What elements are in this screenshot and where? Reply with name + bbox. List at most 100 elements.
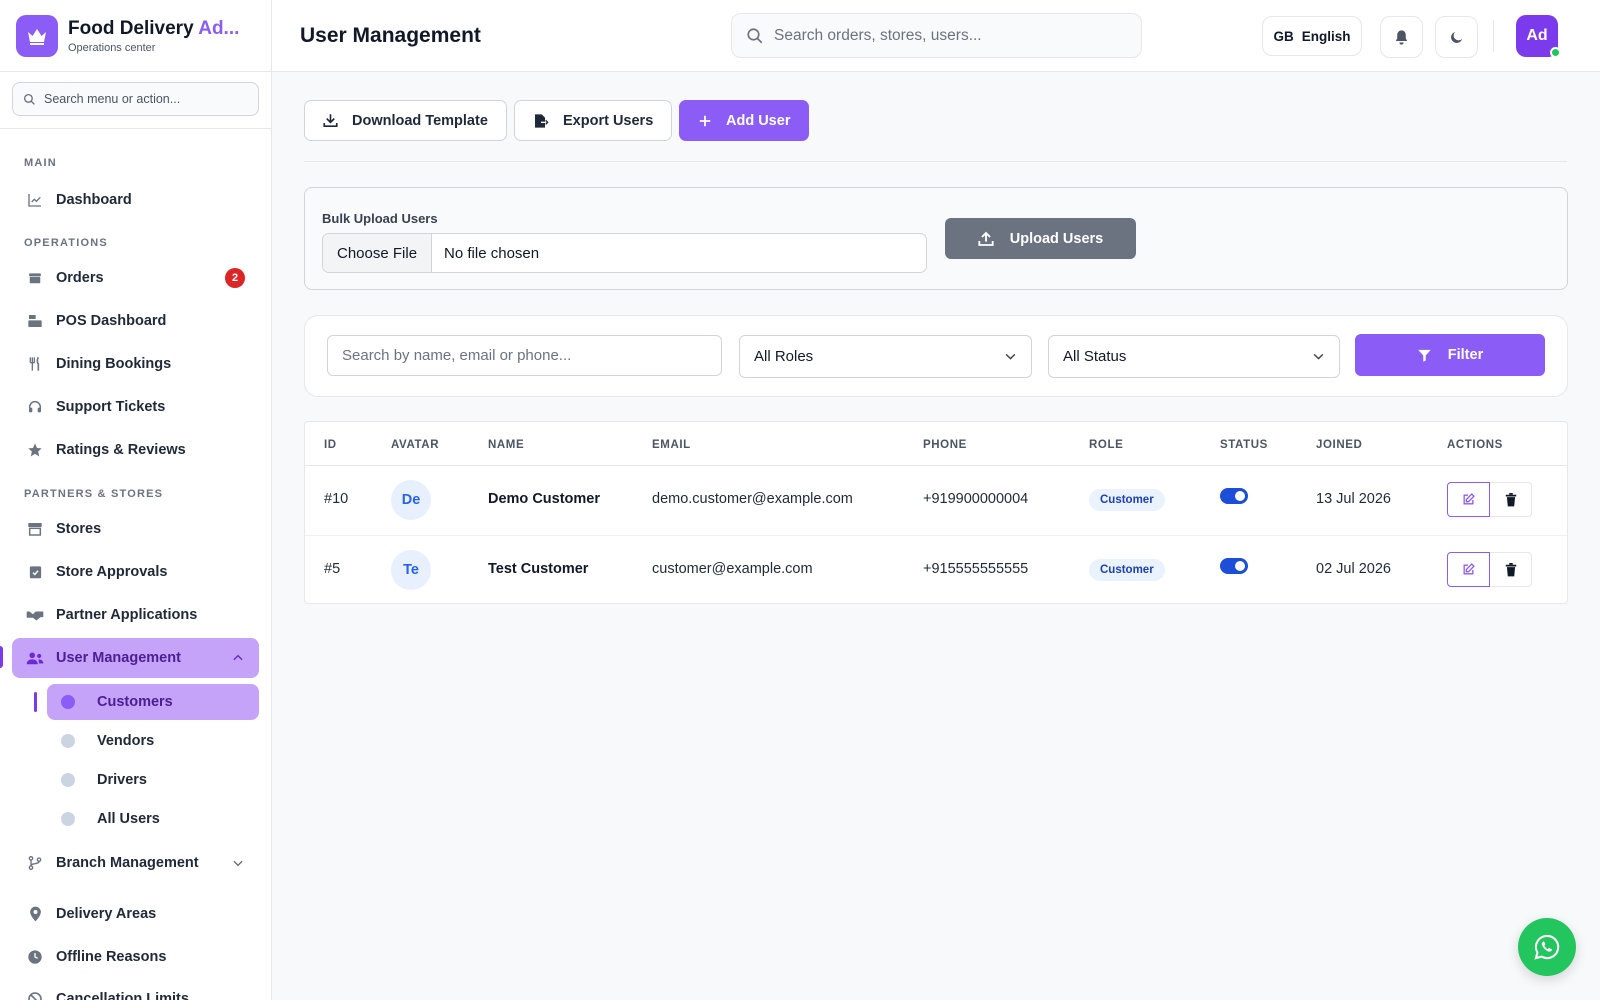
funnel-icon (1417, 348, 1432, 363)
user-search[interactable] (327, 335, 722, 376)
user-name: Test Customer (488, 561, 589, 577)
user-id: #10 (324, 491, 349, 507)
theme-toggle-button[interactable] (1435, 16, 1478, 58)
sidebar-item-offline-reasons[interactable]: Offline Reasons (12, 937, 259, 977)
table-row[interactable]: #10 De Demo Customer demo.customer@examp… (305, 466, 1567, 535)
language-code: GB (1273, 28, 1294, 44)
brand[interactable]: Food Delivery Ad... Operations center (0, 0, 271, 72)
download-icon (323, 113, 338, 128)
col-role: ROLE (1089, 439, 1124, 451)
sidebar-item-ratings[interactable]: Ratings & Reviews (12, 430, 259, 470)
sidebar-item-branch-management[interactable]: Branch Management (12, 843, 259, 883)
delete-button[interactable] (1490, 482, 1532, 517)
user-email: demo.customer@example.com (652, 491, 853, 507)
sidebar-item-delivery-areas[interactable]: Delivery Areas (12, 894, 259, 934)
orders-count-badge: 2 (225, 268, 245, 288)
language-selector[interactable]: GB English (1262, 16, 1362, 56)
download-template-button[interactable]: Download Template (304, 100, 507, 141)
brand-title: Food Delivery Ad... (68, 17, 240, 39)
whatsapp-chat-button[interactable] (1518, 918, 1576, 976)
global-search[interactable] (731, 13, 1142, 58)
upload-icon (978, 231, 994, 247)
sidebar: Food Delivery Ad... Operations center MA… (0, 0, 272, 1000)
search-icon (23, 93, 36, 106)
col-actions: ACTIONS (1447, 439, 1503, 451)
sidebar-item-support[interactable]: Support Tickets (12, 387, 259, 427)
role-badge: Customer (1089, 489, 1165, 511)
section-operations: OPERATIONS (24, 237, 108, 249)
sidebar-subitem-vendors[interactable]: Vendors (47, 723, 259, 759)
col-phone: PHONE (923, 439, 967, 451)
online-status-dot (1550, 47, 1561, 58)
file-input[interactable]: Choose File No file chosen (322, 233, 927, 273)
moon-icon (1448, 29, 1465, 46)
edit-icon (1462, 563, 1475, 576)
col-joined: JOINED (1316, 439, 1363, 451)
sidebar-item-dining[interactable]: Dining Bookings (12, 344, 259, 384)
page-title: User Management (300, 24, 481, 47)
section-partners: PARTNERS & STORES (24, 488, 164, 500)
sidebar-subitem-drivers[interactable]: Drivers (47, 762, 259, 798)
role-select[interactable]: All Roles (739, 335, 1032, 378)
choose-file-button[interactable]: Choose File (323, 234, 433, 272)
delete-button[interactable] (1490, 552, 1532, 587)
sidebar-search[interactable] (12, 82, 259, 116)
edit-button[interactable] (1447, 552, 1490, 587)
sidebar-item-partner-applications[interactable]: Partner Applications (12, 595, 259, 635)
user-id: #5 (324, 561, 341, 577)
handshake-icon (26, 608, 44, 622)
sidebar-item-orders[interactable]: Orders 2 (12, 258, 259, 298)
table-row[interactable]: #5 Te Test Customer customer@example.com… (305, 535, 1567, 604)
plus-icon (698, 114, 712, 128)
status-toggle[interactable] (1220, 488, 1248, 504)
bulk-upload-label: Bulk Upload Users (322, 211, 438, 226)
add-user-button[interactable]: Add User (679, 100, 810, 141)
user-avatar-initials: Te (391, 550, 431, 590)
chevron-down-icon (231, 856, 245, 870)
map-pin-icon (26, 906, 44, 922)
sidebar-item-dashboard[interactable]: Dashboard (12, 180, 259, 220)
code-branch-icon (26, 855, 44, 871)
sidebar-item-pos[interactable]: POS Dashboard (12, 301, 259, 341)
col-name: NAME (488, 439, 525, 451)
col-email: EMAIL (652, 439, 691, 451)
bulk-upload-card: Bulk Upload Users Choose File No file ch… (304, 187, 1568, 290)
whatsapp-icon (1533, 933, 1561, 961)
users-table: ID AVATAR NAME EMAIL PHONE ROLE STATUS J… (304, 421, 1568, 604)
cash-register-icon (26, 313, 44, 329)
sidebar-item-stores[interactable]: Stores (12, 509, 259, 549)
user-email: customer@example.com (652, 561, 813, 577)
language-label: English (1301, 28, 1351, 44)
top-header: User Management GB English Ad (272, 0, 1600, 72)
status-select[interactable]: All Status (1048, 335, 1340, 378)
headset-icon (26, 399, 44, 415)
sidebar-subitem-all-users[interactable]: All Users (47, 801, 259, 837)
col-id: ID (324, 439, 337, 451)
user-search-input[interactable] (342, 347, 702, 364)
upload-users-button[interactable]: Upload Users (945, 218, 1136, 259)
sidebar-search-input[interactable] (44, 92, 244, 106)
chevron-down-icon (1004, 350, 1017, 363)
ban-icon (26, 991, 44, 1000)
utensils-icon (26, 356, 44, 372)
sidebar-item-user-management[interactable]: User Management (12, 638, 259, 678)
file-export-icon (533, 113, 549, 129)
chart-line-icon (26, 192, 44, 208)
section-main: MAIN (24, 157, 57, 169)
export-users-button[interactable]: Export Users (514, 100, 673, 141)
global-search-input[interactable] (774, 26, 1114, 45)
role-badge: Customer (1089, 559, 1165, 581)
sidebar-item-store-approvals[interactable]: Store Approvals (12, 552, 259, 592)
chevron-up-icon (231, 651, 245, 665)
user-avatar-initials: De (391, 480, 431, 520)
filter-button[interactable]: Filter (1355, 334, 1545, 376)
user-joined: 13 Jul 2026 (1316, 491, 1391, 507)
crown-icon (16, 14, 58, 57)
sidebar-subitem-customers[interactable]: Customers (47, 684, 259, 720)
col-avatar: AVATAR (391, 439, 440, 451)
status-toggle[interactable] (1220, 558, 1248, 574)
active-indicator (0, 646, 3, 668)
edit-button[interactable] (1447, 482, 1490, 517)
sidebar-item-cancellation-limits[interactable]: Cancellation Limits (12, 979, 259, 1000)
notifications-button[interactable] (1380, 16, 1423, 58)
